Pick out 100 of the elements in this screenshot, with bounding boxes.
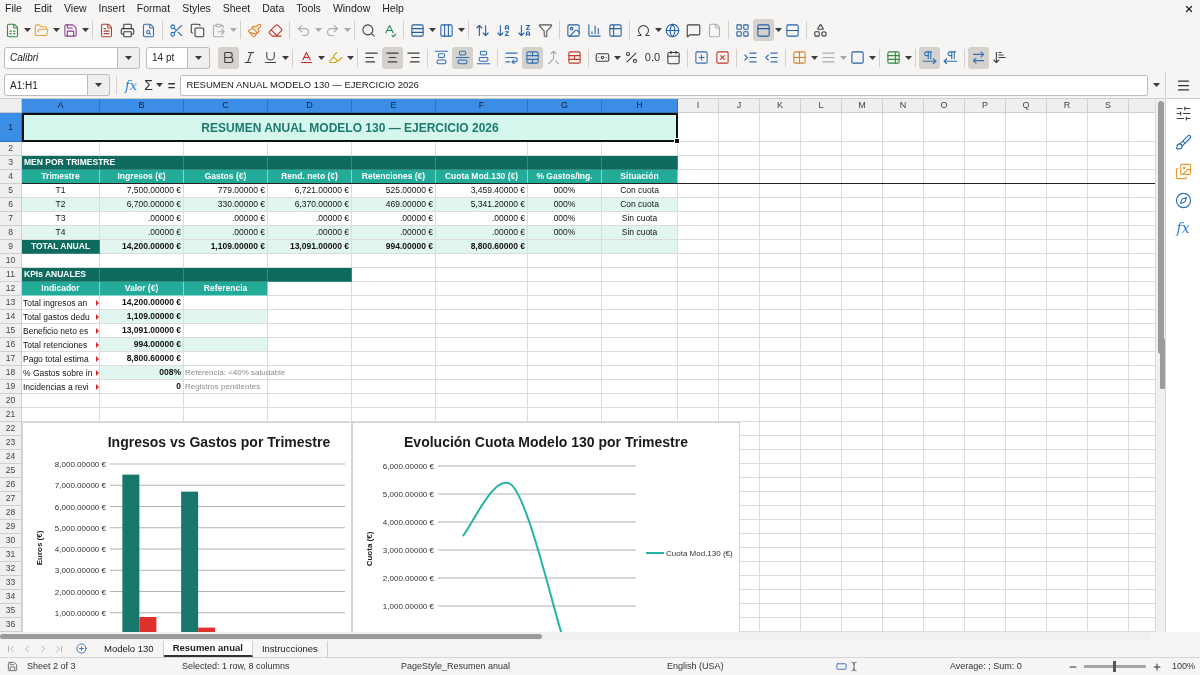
bold-button[interactable] xyxy=(218,46,239,69)
menu-item[interactable]: Help xyxy=(382,3,404,14)
row-header[interactable]: 35 xyxy=(0,604,22,618)
caret-icon[interactable] xyxy=(655,28,662,32)
column-header[interactable]: I xyxy=(678,99,719,113)
caret-icon[interactable] xyxy=(869,55,876,60)
sheet-tab[interactable]: Modelo 130 xyxy=(95,640,164,657)
font-size-field[interactable]: 14 pt xyxy=(146,46,188,69)
dropdown-button[interactable] xyxy=(118,46,140,69)
caret-icon[interactable] xyxy=(282,55,289,60)
row-header[interactable]: 2 xyxy=(0,142,22,156)
caret-icon[interactable] xyxy=(24,28,31,32)
dropdown-button[interactable] xyxy=(88,74,110,96)
menu-item[interactable]: Data xyxy=(262,3,285,14)
caret-icon[interactable] xyxy=(775,28,782,32)
row-header[interactable]: 33 xyxy=(0,576,22,590)
rectangle-icon[interactable] xyxy=(835,661,848,672)
slider-thumb[interactable] xyxy=(1113,661,1117,672)
column-header[interactable]: S xyxy=(1088,99,1129,113)
column-header[interactable]: M xyxy=(842,99,883,113)
menu-item[interactable]: Insert xyxy=(98,3,125,14)
menu-item[interactable]: Format xyxy=(136,3,171,14)
caret-icon[interactable] xyxy=(905,55,912,60)
column-header[interactable]: B xyxy=(100,99,184,113)
column-header[interactable]: R xyxy=(1047,99,1088,113)
column-header[interactable]: C xyxy=(184,99,268,113)
column-header[interactable]: F xyxy=(436,99,528,113)
menu-item[interactable]: Window xyxy=(332,3,371,14)
row-header[interactable]: 13 xyxy=(0,296,22,310)
row-header[interactable]: 31 xyxy=(0,548,22,562)
caret-icon[interactable] xyxy=(82,28,89,32)
horizontal-text-button[interactable] xyxy=(968,46,989,69)
number-format-button[interactable]: 0.0 xyxy=(642,46,663,69)
column-header[interactable]: A xyxy=(22,99,100,113)
row-header[interactable]: 15 xyxy=(0,324,22,338)
compass-icon[interactable] xyxy=(1174,192,1192,209)
menu-item[interactable]: File xyxy=(5,3,22,14)
row-header[interactable]: 34 xyxy=(0,590,22,604)
row-header[interactable]: 12 xyxy=(0,282,22,296)
menu-item[interactable]: Edit xyxy=(33,3,52,14)
row-header[interactable]: 8 xyxy=(0,226,22,240)
row-header[interactable]: 6 xyxy=(0,198,22,212)
column-header[interactable]: E xyxy=(352,99,436,113)
brush-icon[interactable] xyxy=(1174,134,1192,151)
row-header[interactable]: 25 xyxy=(0,464,22,478)
row-header[interactable]: 27 xyxy=(0,492,22,506)
row-header[interactable]: 5 xyxy=(0,184,22,198)
row-header[interactable]: 10 xyxy=(0,254,22,268)
column-header[interactable]: H xyxy=(602,99,678,113)
row-header[interactable]: 11 xyxy=(0,268,22,282)
menu-item[interactable]: Sheet xyxy=(222,3,251,14)
fill-handle[interactable] xyxy=(674,138,680,144)
font-name-field[interactable]: Calibri xyxy=(4,46,118,69)
sidebar-handle[interactable] xyxy=(1160,339,1165,389)
row-header[interactable]: 22 xyxy=(0,422,22,436)
row-header[interactable]: 20 xyxy=(0,394,22,408)
dropdown-button[interactable] xyxy=(188,46,210,69)
scrollbar-thumb[interactable] xyxy=(0,633,542,639)
column-header[interactable]: O xyxy=(924,99,965,113)
caret-icon[interactable] xyxy=(155,83,163,87)
row-header[interactable]: 24 xyxy=(0,450,22,464)
row-header[interactable]: 16 xyxy=(0,338,22,352)
column-header[interactable]: J xyxy=(719,99,760,113)
caret-icon[interactable] xyxy=(458,28,465,32)
row-header[interactable]: 23 xyxy=(0,436,22,450)
caret-icon[interactable] xyxy=(53,28,60,32)
freeze-button[interactable] xyxy=(753,19,774,41)
row-header[interactable]: 1 xyxy=(0,113,22,142)
row-header[interactable]: 7 xyxy=(0,212,22,226)
sheet-tab[interactable]: Instrucciones xyxy=(252,640,328,657)
row-header[interactable]: 28 xyxy=(0,506,22,520)
row-header[interactable]: 29 xyxy=(0,520,22,534)
row-header[interactable]: 18 xyxy=(0,366,22,380)
align-center-button[interactable] xyxy=(382,46,403,69)
text-cursor-icon[interactable] xyxy=(849,661,859,672)
merged-cell[interactable]: RESUMEN ANUAL MODELO 130 — EJERCICIO 2026 xyxy=(22,113,678,142)
function-wizard-button[interactable]: fx xyxy=(123,78,140,92)
row-header[interactable]: 9 xyxy=(0,240,22,254)
plus-circle-icon[interactable] xyxy=(76,643,87,654)
name-box[interactable]: A1:H1 xyxy=(4,74,88,96)
sheet-tab[interactable]: Resumen anual xyxy=(163,640,253,657)
row-header[interactable]: 19 xyxy=(0,380,22,394)
row-header[interactable]: 14 xyxy=(0,310,22,324)
caret-icon[interactable] xyxy=(811,55,818,60)
row-header[interactable]: 36 xyxy=(0,618,22,632)
formula-button[interactable]: = xyxy=(162,78,181,92)
row-header[interactable]: 4 xyxy=(0,170,22,184)
left-to-right-button[interactable] xyxy=(919,46,940,69)
row-header[interactable]: 26 xyxy=(0,478,22,492)
caret-icon[interactable] xyxy=(347,55,354,60)
menu-icon[interactable] xyxy=(1175,77,1191,93)
column-header[interactable]: G xyxy=(528,99,602,113)
align-middle-button[interactable] xyxy=(452,46,473,69)
caret-icon[interactable] xyxy=(1153,83,1160,87)
row-header[interactable]: 32 xyxy=(0,562,22,576)
menu-item[interactable]: View xyxy=(64,3,87,14)
functions-button[interactable]: fx xyxy=(1176,221,1190,235)
column-header[interactable]: K xyxy=(760,99,801,113)
menu-item[interactable]: Styles xyxy=(182,3,211,14)
column-header[interactable]: Q xyxy=(1006,99,1047,113)
